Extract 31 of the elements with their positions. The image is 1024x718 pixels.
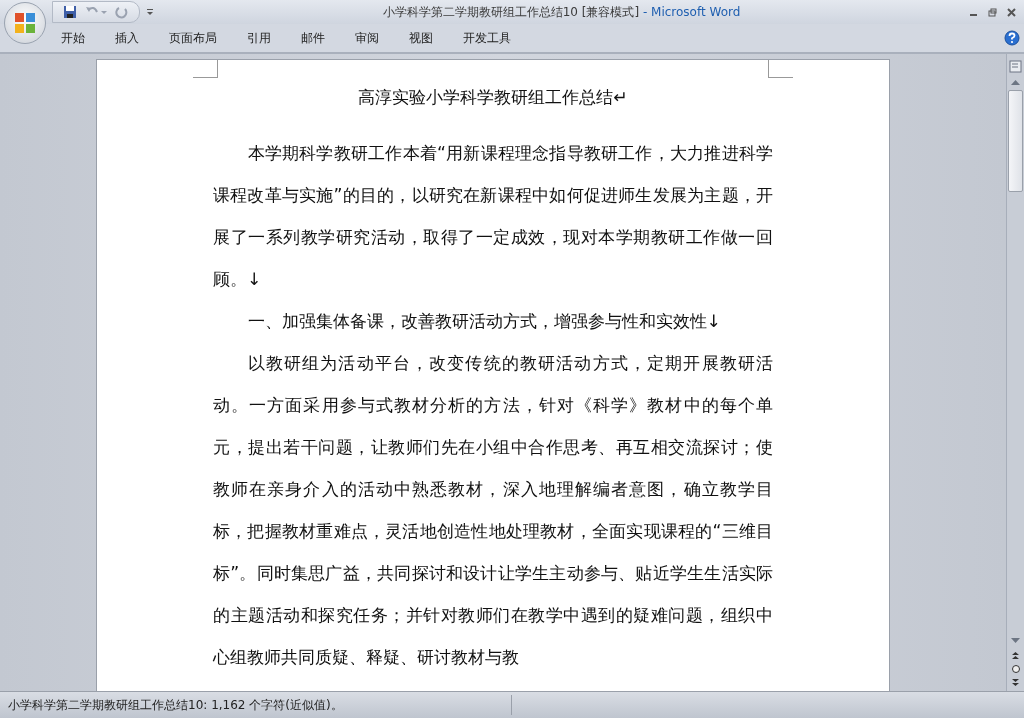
ribbon-tab[interactable]: 开发工具 <box>448 25 526 51</box>
app-name: - Microsoft Word <box>642 4 741 19</box>
office-logo-icon <box>13 11 37 35</box>
previous-page-icon[interactable] <box>1011 651 1020 660</box>
ruler-toggle-icon[interactable] <box>1009 60 1022 73</box>
body-paragraph: 以教研组为活动平台，改变传统的教研活动方式，定期开展教研活动。一方面采用参与式教材分析的方法，针对《科学》教材中的每个单元，提出若干问题，让教师们先在小组中合作思考、再互相交流探讨；使教师在亲身介入的活动中熟悉教材，深入地理解编者意图，确立教学目标，把握教材重难点，灵活地创造性地处理教材，全面实现课程的“三维目标”。同时集思广益，共同探讨和设计让学生主动参与、贴近学生生活实际的主题活动和探究任务；并针对教师们在教学中遇到的疑难问题，组织中心组教师共同质疑、释疑、研讨教材与教 <box>213 352 773 669</box>
close-icon[interactable] <box>1007 7 1016 17</box>
ribbon-tab[interactable]: 邮件 <box>286 25 340 51</box>
office-button[interactable] <box>4 2 46 44</box>
body-paragraph: 一、加强集体备课，改善教研活动方式，增强参与性和实效性↓ <box>246 310 723 333</box>
ribbon-tab[interactable]: 页面布局 <box>154 25 232 51</box>
next-page-icon[interactable] <box>1011 678 1020 687</box>
margin-corner-mark <box>193 60 218 78</box>
customize-toolbar-icon[interactable] <box>146 8 154 16</box>
body-paragraph: 本学期科学教研工作本着“用新课程理念指导教研工作，大力推进科学课程改革与实施”的目的，以研究在新课程中如何促进师生发展为主题，开展了一系列教学研究活动，取得了一定成效，现对本学期教研工作做一回顾。↓ <box>213 142 773 291</box>
margin-corner-mark <box>768 60 793 78</box>
scroll-up-icon[interactable] <box>1010 78 1021 86</box>
status-text: 小学科学第二学期教研组工作总结10: 1,162 个字符(近似值)。 <box>0 695 512 715</box>
ribbon-tab[interactable]: 插入 <box>100 25 154 51</box>
ribbon-tab[interactable]: 开始 <box>46 25 100 51</box>
help-icon[interactable] <box>1004 30 1020 46</box>
document-title: 高淳实验小学科学教研组工作总结↵ <box>357 86 629 109</box>
ribbon-tab[interactable]: 审阅 <box>340 25 394 51</box>
scrollbar-thumb[interactable] <box>1008 90 1023 192</box>
browse-object-icon[interactable] <box>1010 664 1021 674</box>
ribbon-tab[interactable]: 引用 <box>232 25 286 51</box>
save-icon[interactable] <box>63 5 77 19</box>
restore-icon[interactable] <box>988 7 997 17</box>
window-title: 小学科学第二学期教研组工作总结10 [兼容模式] <box>382 4 640 19</box>
scroll-down-icon[interactable] <box>1010 637 1021 645</box>
ribbon-tab[interactable]: 视图 <box>394 25 448 51</box>
